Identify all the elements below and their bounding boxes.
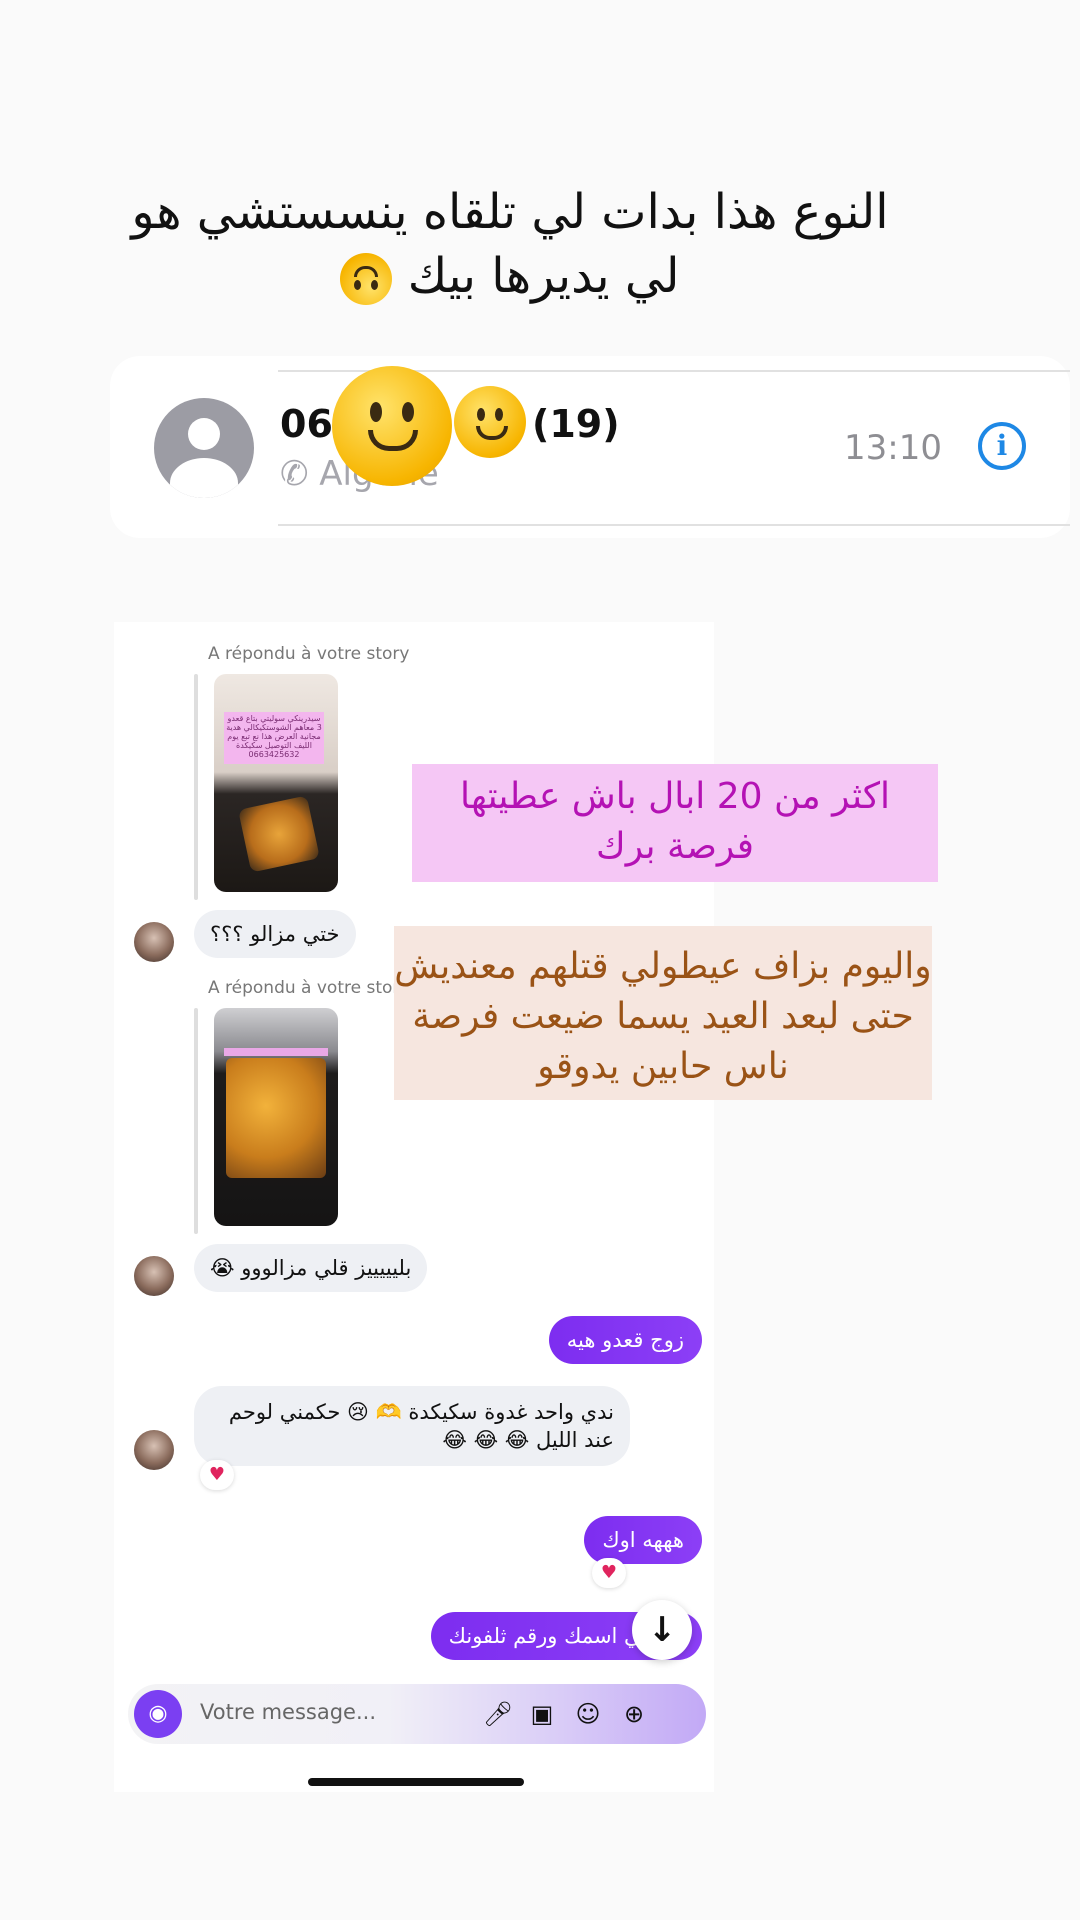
- story-thumbnail[interactable]: [214, 1008, 338, 1226]
- sender-avatar[interactable]: [134, 1256, 174, 1296]
- sender-avatar[interactable]: [134, 1430, 174, 1470]
- divider: [278, 524, 1070, 526]
- story-text-strip: [224, 1048, 328, 1056]
- cake-image: [226, 1058, 326, 1178]
- message-bubble-incoming[interactable]: ندي واحد غدوة سكيكدة 🫶 😢 حكمني لوحم عند …: [194, 1386, 630, 1466]
- heart-reaction-icon[interactable]: ♥: [592, 1558, 626, 1588]
- caption-line-1: النوع هذا بدات لي تلقاه ينسستشي هو: [131, 184, 889, 240]
- microphone-icon[interactable]: 🎤︎: [480, 1696, 516, 1732]
- call-time: 13:10: [844, 428, 942, 468]
- story-text-box: سيدرينكي سوليتي بتاع قعدو 3 معاهم الشوست…: [224, 712, 324, 764]
- sender-avatar[interactable]: [134, 922, 174, 962]
- scroll-down-arrow-icon[interactable]: ↓: [632, 1600, 692, 1660]
- upside-down-face-emoji-icon: [340, 253, 393, 305]
- number-cover-emoji-icon: [332, 366, 452, 486]
- story-caption: النوع هذا بدات لي تلقاه ينسستشي هو لي يد…: [120, 180, 900, 308]
- message-bubble-incoming[interactable]: بليييييز قلي مزالووو 😭: [194, 1244, 428, 1292]
- call-count: (19): [532, 402, 620, 446]
- sticker-icon[interactable]: ☺: [570, 1696, 606, 1732]
- call-number: 06: [280, 402, 333, 446]
- caption-line-2: لي يديرها بيك: [120, 244, 900, 308]
- cake-image: [238, 795, 320, 873]
- info-icon[interactable]: i: [978, 422, 1026, 470]
- caption-line-2-text: لي يديرها بيك: [407, 248, 680, 304]
- overlay-note-beige: واليوم بزاف عيطولي قتلهم معنديش حتى لبعد…: [394, 926, 932, 1100]
- message-composer[interactable]: ◉ Votre message... 🎤︎ ▣ ☺ ⊕: [128, 1684, 706, 1744]
- heart-reaction-icon[interactable]: ♥: [200, 1460, 234, 1490]
- contact-avatar-icon: [154, 398, 254, 498]
- number-cover-emoji-small-icon: [454, 386, 526, 458]
- reply-bar: [194, 674, 198, 900]
- reply-bar: [194, 1008, 198, 1234]
- gallery-icon[interactable]: ▣: [524, 1696, 560, 1732]
- call-log-card[interactable]: 06 ✆ Algérie (19) 13:10 i: [110, 356, 1070, 538]
- overlay-note-pink: اكثر من 20 ابال باش عطيتها فرصة برك: [412, 764, 938, 882]
- story-reply-label: A répondu à votre story: [208, 978, 410, 998]
- camera-icon[interactable]: ◉: [134, 1690, 182, 1738]
- plus-icon[interactable]: ⊕: [616, 1696, 652, 1732]
- story-reply-label: A répondu à votre story: [208, 644, 410, 664]
- home-indicator: [308, 1778, 524, 1786]
- message-bubble-outgoing[interactable]: هههه اوك: [584, 1516, 702, 1564]
- message-bubble-outgoing[interactable]: زوج قعدو هيه: [548, 1316, 702, 1364]
- message-bubble-incoming[interactable]: ختي مزالو ؟؟؟: [194, 910, 356, 958]
- message-input[interactable]: Votre message...: [200, 1700, 376, 1724]
- story-thumbnail[interactable]: سيدرينكي سوليتي بتاع قعدو 3 معاهم الشوست…: [214, 674, 338, 892]
